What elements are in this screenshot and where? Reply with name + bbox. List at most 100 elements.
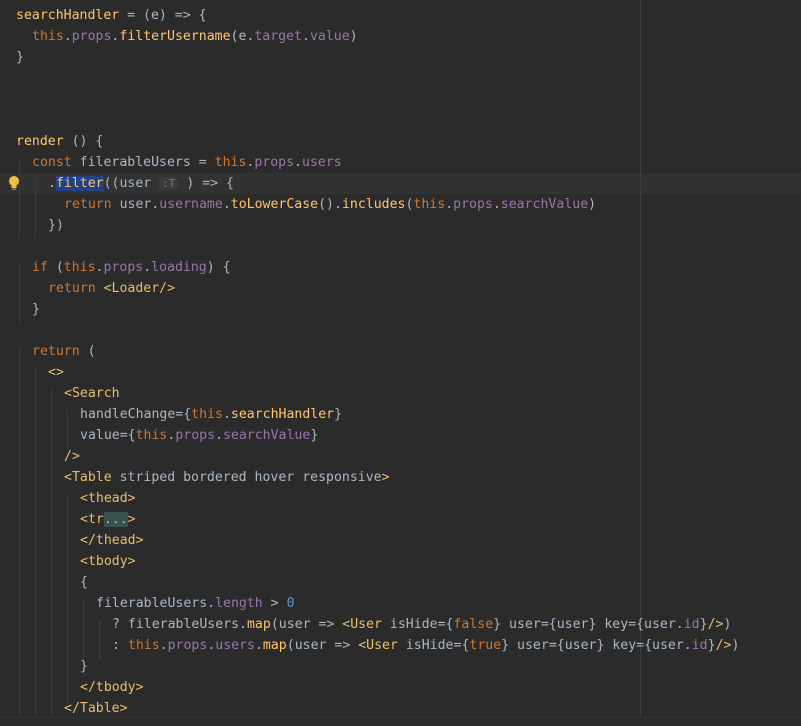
property: props <box>71 29 112 44</box>
property: length <box>215 596 263 611</box>
jsx-tag: <User <box>358 638 398 653</box>
code-token: . <box>48 176 56 191</box>
indent-guide <box>99 620 100 660</box>
function-name: searchHandler <box>16 8 120 23</box>
keyword: this <box>127 638 160 653</box>
code-token: = (e) => { <box>119 8 207 23</box>
function-ref: searchHandler <box>230 407 335 422</box>
jsx-tag: <> <box>48 365 64 380</box>
code-token: ={user} <box>548 638 605 653</box>
function-call: toLowerCase <box>230 197 319 212</box>
jsx-attribute: isHide <box>381 617 438 632</box>
code-token: : <box>112 638 128 653</box>
code-token: ={user. <box>628 617 684 632</box>
jsx-tag: <thead> <box>80 491 136 506</box>
code-token: ) { <box>206 260 231 275</box>
code-token: } <box>80 659 88 674</box>
jsx-tag: > <box>127 512 136 527</box>
keyword: return <box>32 344 80 359</box>
code-token: user. <box>111 197 160 212</box>
keyword: true <box>469 638 502 653</box>
keyword: const <box>32 155 72 170</box>
keyword: if <box>32 260 48 275</box>
code-token: ? filerableUsers. <box>112 617 247 632</box>
code-token: ={ <box>453 638 470 653</box>
code-token: ={user} <box>540 617 597 632</box>
number-literal: 0 <box>286 596 295 611</box>
code-token: } <box>310 428 319 443</box>
code-token: (e. <box>230 29 255 44</box>
code-token: } <box>699 617 708 632</box>
jsx-tag: <tr <box>80 512 104 527</box>
jsx-tag: /> <box>707 617 724 632</box>
jsx-attribute: isHide <box>397 638 454 653</box>
keyword: false <box>453 617 494 632</box>
keyword: this <box>413 197 446 212</box>
property: props <box>175 428 216 443</box>
keyword: this <box>63 260 96 275</box>
jsx-tag: <User <box>342 617 382 632</box>
property: searchValue <box>500 197 589 212</box>
indent-guide <box>35 368 36 725</box>
jsx-tag: /> <box>715 638 732 653</box>
jsx-tag: <Search <box>64 386 120 401</box>
code-token: ) <box>349 29 358 44</box>
code-token: . <box>143 260 152 275</box>
code-token: } <box>501 638 510 653</box>
jsx-tag: /> <box>64 449 80 464</box>
property: props <box>254 155 295 170</box>
jsx-attribute: value <box>80 428 120 443</box>
jsx-tag: </thead> <box>80 533 144 548</box>
code-token: . <box>215 428 223 443</box>
lightbulb-icon[interactable] <box>7 175 21 191</box>
folded-region[interactable]: ... <box>103 512 128 527</box>
code-token: (user => <box>270 617 343 632</box>
jsx-attribute: user <box>509 638 549 653</box>
jsx-tag: <Loader/> <box>103 281 176 296</box>
code-token: . <box>492 197 501 212</box>
code-token: . <box>222 197 231 212</box>
code-token: ( <box>47 260 64 275</box>
property: props <box>453 197 493 212</box>
code-token: (). <box>318 197 342 212</box>
code-token: filerableUsers = <box>71 155 215 170</box>
code-token: ) <box>723 617 732 632</box>
keyword: this <box>191 407 223 422</box>
code-token: ={user. <box>636 638 692 653</box>
jsx-attribute: user <box>501 617 541 632</box>
code-token: } <box>334 407 343 422</box>
property: target <box>254 29 302 44</box>
indent-guide <box>67 410 68 450</box>
property: props <box>167 638 208 653</box>
property: users <box>215 638 255 653</box>
indent-guide <box>83 599 84 659</box>
code-token: . <box>254 638 263 653</box>
keyword: return <box>64 197 112 212</box>
keyword: return <box>48 281 96 296</box>
code-editor[interactable]: searchHandler = (e) => { this.props.filt… <box>0 0 801 726</box>
code-token: (user => <box>286 638 359 653</box>
property: id <box>691 638 708 653</box>
indent-guide <box>35 179 36 238</box>
code-token: . <box>302 29 310 44</box>
jsx-attribute: striped bordered hover responsive <box>111 470 382 485</box>
function-call: includes <box>341 197 406 212</box>
indent-guide <box>19 158 20 238</box>
code-token: . <box>63 29 72 44</box>
code-token: () { <box>63 134 104 149</box>
code-token: . <box>294 155 302 170</box>
selected-function[interactable]: filter <box>55 176 104 191</box>
code-token: } <box>493 617 502 632</box>
jsx-tag: </tbody> <box>80 680 144 695</box>
property: searchValue <box>222 428 311 443</box>
jsx-tag: <Table <box>64 470 112 485</box>
code-token: ={ <box>119 428 136 443</box>
property: value <box>309 29 350 44</box>
keyword: this <box>32 29 64 44</box>
code-token: . <box>222 407 231 422</box>
indent-guide <box>19 263 20 323</box>
code-token: ) <box>731 638 740 653</box>
jsx-tag: > <box>381 470 390 485</box>
property: username <box>159 197 223 212</box>
